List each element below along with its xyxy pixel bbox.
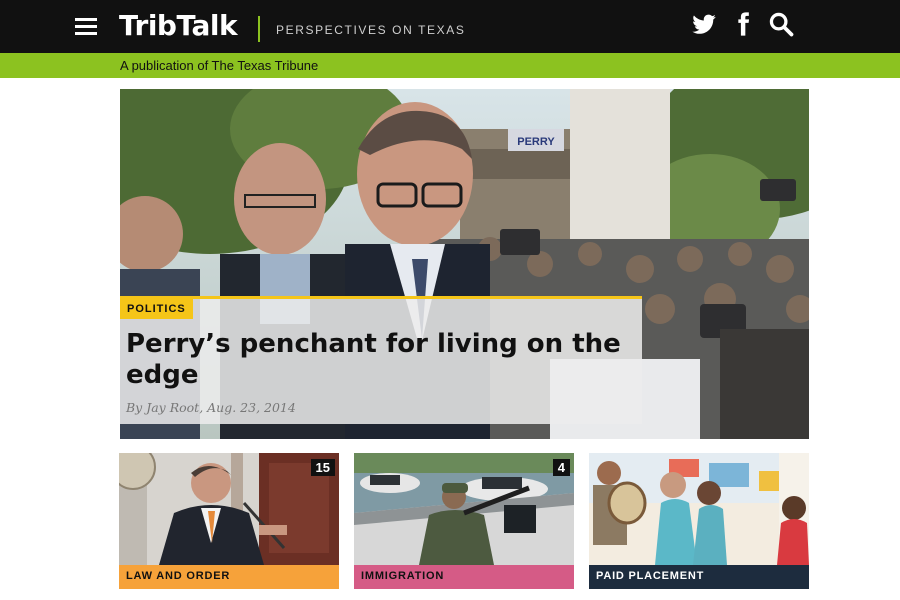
story-card-paid-placement[interactable]: PAID PLACEMENT [589,453,809,600]
top-nav-bar: TribTalk PERSPECTIVES ON TEXAS [0,0,900,53]
card-photo [354,453,574,565]
comment-count-badge[interactable]: 15 [310,459,335,476]
site-logo[interactable]: TribTalk [119,9,238,42]
story-card-immigration[interactable]: 4 IMMIGRATION [354,453,574,600]
card-photo [119,453,339,565]
logo-divider [258,16,260,42]
hero-headline-card: POLITICS Perry’s penchant for living on … [120,296,642,424]
publication-bar: A publication of The Texas Tribune [0,53,900,78]
menu-icon[interactable] [75,18,97,36]
category-label-law-and-order[interactable]: LAW AND ORDER [119,565,339,589]
perry-sign-text: PERRY [517,136,555,148]
card-photo [589,453,809,565]
category-badge-politics[interactable]: POLITICS [120,299,193,319]
publication-link[interactable]: A publication of The Texas Tribune [120,58,318,73]
category-label-paid-placement[interactable]: PAID PLACEMENT [589,565,809,589]
story-card-law-and-order[interactable]: 15 LAW AND ORDER [119,453,339,600]
site-tagline: PERSPECTIVES ON TEXAS [276,23,466,37]
hero-story[interactable]: PERRY POLITICS Perry’s penchant for livi… [120,89,809,439]
comment-count-badge[interactable]: 4 [552,459,570,476]
hero-byline: By Jay Root, Aug. 23, 2014 [126,400,296,415]
facebook-icon[interactable] [729,10,757,38]
hero-headline[interactable]: Perry’s penchant for living on the edge [126,329,626,391]
twitter-icon[interactable] [690,10,718,38]
category-label-immigration[interactable]: IMMIGRATION [354,565,574,589]
search-icon[interactable] [767,10,795,38]
